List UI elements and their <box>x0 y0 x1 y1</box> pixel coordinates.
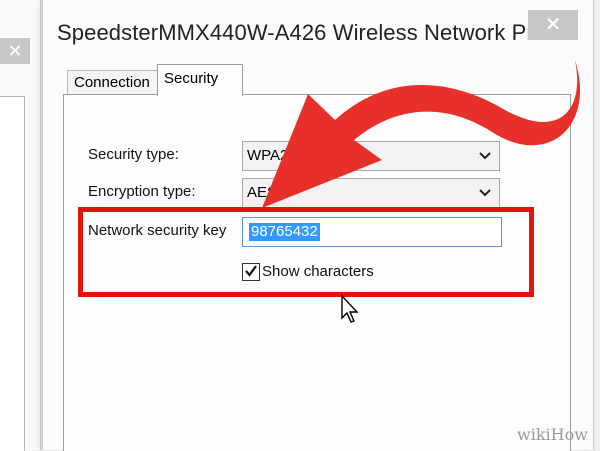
dialog-titlebar: SpeedsterMMX440W-A426 Wireless Network P… <box>43 0 593 62</box>
close-button[interactable]: ✕ <box>528 10 578 40</box>
background-window: ✕ <box>0 0 41 451</box>
tab-connection[interactable]: Connection <box>67 70 165 95</box>
security-type-value: WPA2-Personal <box>247 147 353 164</box>
encryption-type-select[interactable]: AES <box>242 178 500 208</box>
security-type-label: Security type: <box>88 146 179 163</box>
encryption-type-label: Encryption type: <box>88 183 196 200</box>
chevron-down-icon <box>479 152 491 160</box>
dialog-title: SpeedsterMMX440W-A426 Wireless Network P… <box>57 20 565 45</box>
mouse-pointer-icon <box>341 294 359 323</box>
background-pane <box>0 96 25 451</box>
encryption-type-value: AES <box>247 184 278 201</box>
chevron-down-icon <box>479 189 491 197</box>
background-close-button[interactable]: ✕ <box>0 38 30 64</box>
tab-security[interactable]: Security <box>157 64 243 96</box>
highlight-box <box>78 207 534 297</box>
security-type-select[interactable]: WPA2-Personal <box>242 141 500 171</box>
watermark: wikiHow <box>517 425 588 444</box>
